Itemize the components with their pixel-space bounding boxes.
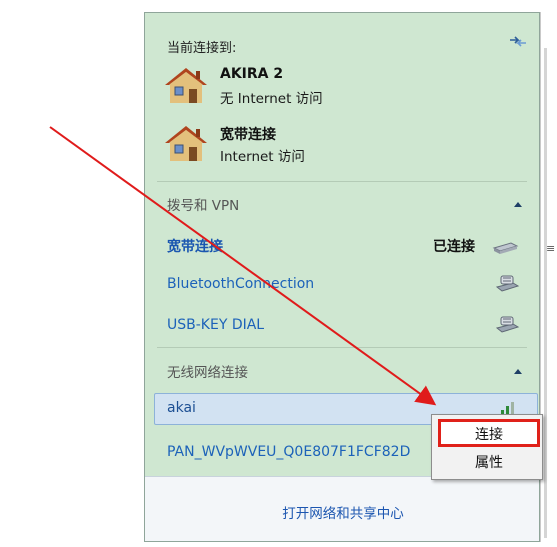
flyout-footer: 打开网络和共享中心: [145, 476, 539, 541]
vpn-item-broadband[interactable]: 宽带连接: [167, 236, 223, 256]
current-connections-title: 当前连接到:: [167, 41, 237, 56]
refresh-icon[interactable]: [507, 31, 529, 51]
dialup-phone-icon: [495, 275, 520, 292]
vpn-item-bluetooth[interactable]: BluetoothConnection: [167, 276, 314, 292]
context-menu-connect[interactable]: 连接: [438, 419, 540, 447]
context-menu-properties[interactable]: 属性: [444, 451, 534, 475]
connection-status: 无 Internet 访问: [220, 91, 323, 107]
connection-name: 宽带连接: [220, 127, 276, 143]
modem-icon: [492, 242, 519, 254]
dialup-vpn-header: 拨号和 VPN: [167, 198, 240, 214]
divider: [157, 181, 527, 182]
vpn-status-connected: 已连接: [433, 239, 475, 255]
divider: [157, 347, 527, 348]
wifi-network-name: akai: [167, 400, 196, 416]
current-connection-akira: AKIRA 2 无 Internet 访问: [163, 63, 523, 107]
context-menu: 连接 属性: [431, 414, 543, 480]
house-network-icon: [165, 68, 207, 103]
open-network-center-link[interactable]: 打开网络和共享中心: [145, 502, 539, 522]
vpn-item-usb-key[interactable]: USB-KEY DIAL: [167, 317, 264, 333]
wireless-header: 无线网络连接: [167, 365, 248, 381]
scrollbar-track: [544, 48, 547, 538]
collapse-up-icon[interactable]: [511, 199, 525, 209]
wifi-network-pan[interactable]: PAN_WVpWVEU_Q0E807F1FCF82D: [167, 444, 410, 460]
dialup-phone-icon: [495, 316, 520, 333]
collapse-up-icon[interactable]: [511, 366, 525, 376]
current-connection-broadband: 宽带连接 Internet 访问: [163, 121, 523, 165]
house-network-icon: [165, 126, 207, 161]
menu-icon: ≡: [546, 242, 556, 255]
connection-status: Internet 访问: [220, 149, 305, 165]
connection-name: AKIRA 2: [220, 66, 284, 82]
